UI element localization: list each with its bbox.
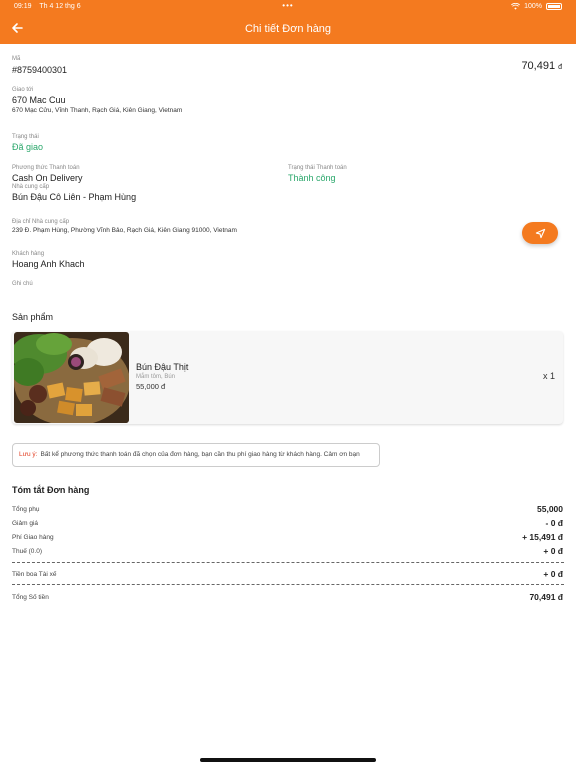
summary-label-tip: Tiền boa Tài xế (12, 571, 57, 578)
supplier-name: Bún Đậu Cô Liên - Phạm Hùng (12, 192, 137, 202)
summary-label-delivery: Phí Giao hàng (12, 534, 54, 541)
products-section-title: Sản phẩm (12, 312, 54, 322)
supplier-address-label: Địa chỉ Nhà cung cấp (12, 219, 70, 225)
payment-status-label: Trạng thái Thanh toán (288, 165, 347, 171)
summary-value-discount: - 0 đ (545, 518, 563, 528)
summary-divider (12, 562, 564, 563)
summary-value-total: 70,491 đ (529, 592, 563, 602)
summary-label-subtotal: Tổng phụ (12, 506, 40, 513)
deliver-address: 670 Mạc Cửu, Vĩnh Thanh, Rạch Giá, Kiên … (12, 107, 183, 114)
multitask-dots-icon[interactable]: ••• (282, 1, 293, 10)
product-name: Bún Đậu Thịt (136, 362, 189, 372)
customer-label: Khách hàng (12, 251, 45, 257)
product-desc: Mắm tôm, Bún (136, 374, 176, 380)
deliver-name: 670 Mac Cuu (12, 95, 66, 105)
status-date: Th 4 12 thg 6 (39, 3, 81, 10)
status-time: 09:19 (14, 3, 32, 10)
wifi-icon (511, 3, 521, 10)
summary-label-total: Tổng Số tiền (12, 594, 49, 601)
status-label: Trạng thái (12, 134, 39, 140)
summary-value-delivery: + 15,491 đ (522, 532, 563, 542)
status-bar: 09:19 Th 4 12 thg 6 ••• 100% (14, 1, 562, 13)
notice-label: Lưu ý: (19, 451, 38, 458)
notice-text: Bất kể phương thức thanh toán đã chọn củ… (40, 451, 360, 458)
payment-method: Cash On Delivery (12, 173, 83, 183)
supplier-address: 239 Đ. Phạm Hùng, Phường Vĩnh Bảo, Rạch … (12, 227, 237, 234)
summary-label-discount: Giảm giá (12, 520, 39, 527)
customer-name: Hoang Anh Khach (12, 259, 85, 269)
product-qty: x 1 (542, 371, 555, 381)
summary-divider-total (12, 584, 564, 585)
note-label: Ghi chú (12, 281, 33, 287)
home-indicator[interactable] (200, 758, 376, 762)
app-header: 09:19 Th 4 12 thg 6 ••• 100% Chi tiết Đơ… (0, 0, 576, 44)
order-amount: 70,491 đ (521, 60, 562, 72)
delivery-fee-notice: Lưu ý: Bất kể phương thức thanh toán đã c… (12, 443, 380, 467)
order-status: Đã giao (12, 142, 44, 152)
product-price: 55,000 đ (136, 382, 166, 391)
product-image (14, 332, 129, 423)
deliver-label: Giao tới (12, 87, 34, 93)
navigate-button[interactable] (522, 222, 558, 244)
product-card[interactable]: Bún Đậu Thịt Mắm tôm, Bún 55,000 đ x 1 (12, 331, 563, 424)
page-title: Chi tiết Đơn hàng (244, 23, 332, 35)
summary-value-subtotal: 55,000 (537, 504, 563, 514)
summary-value-tip: + 0 đ (543, 569, 563, 579)
navigation-arrow-icon (535, 228, 545, 238)
order-code: #8759400301 (12, 65, 68, 75)
supplier-label: Nhà cung cấp (12, 184, 50, 190)
summary-title: Tóm tắt Đơn hàng (12, 485, 90, 495)
order-code-label: Mã (12, 56, 21, 62)
payment-method-label: Phương thức Thanh toán (12, 165, 80, 171)
battery-percent: 100% (524, 3, 542, 10)
payment-status: Thành công (288, 173, 336, 183)
summary-label-tax: Thuế (0.0) (12, 548, 42, 555)
summary-value-tax: + 0 đ (543, 546, 563, 556)
battery-icon (546, 3, 562, 10)
